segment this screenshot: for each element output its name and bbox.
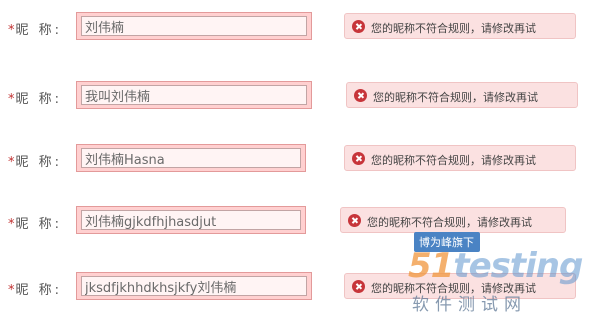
nickname-label: *昵 称: [8,92,63,107]
error-message: 您的昵称不符合规则，请修改再试 [371,154,536,167]
nickname-input[interactable] [81,210,301,230]
nickname-row-2: *昵 称: 您的昵称不符合规则，请修改再试 [0,81,600,115]
watermark-logo-text: testing [453,246,583,286]
nickname-field-wrapper [76,206,306,234]
nickname-label: *昵 称: [8,23,63,38]
error-tip: 您的昵称不符合规则，请修改再试 [344,13,576,39]
watermark: 博为峰旗下 51testing 软件测试网 [408,228,598,318]
nickname-input[interactable] [81,85,307,105]
required-mark: * [8,155,15,170]
nickname-label: *昵 称: [8,155,63,170]
required-mark: * [8,283,15,298]
watermark-logo: 51testing [408,246,583,286]
error-tip: 您的昵称不符合规则，请修改再试 [346,82,578,108]
nickname-input[interactable] [81,16,307,36]
nickname-input[interactable] [81,276,307,296]
nickname-field-wrapper [76,272,312,300]
error-tip: 您的昵称不符合规则，请修改再试 [344,145,576,171]
required-mark: * [8,217,15,232]
required-mark: * [8,23,15,38]
error-x-circle-icon [354,89,367,102]
watermark-subtitle: 软件测试网 [412,295,527,315]
nickname-row-3: *昵 称: 您的昵称不符合规则，请修改再试 [0,144,600,178]
nickname-label: *昵 称: [8,283,63,298]
required-mark: * [8,92,15,107]
error-message: 您的昵称不符合规则，请修改再试 [371,22,536,35]
nickname-field-wrapper [76,144,306,172]
error-x-circle-icon [352,20,365,33]
nickname-input[interactable] [81,148,301,168]
error-x-circle-icon [352,152,365,165]
error-message: 您的昵称不符合规则，请修改再试 [373,91,538,104]
watermark-logo-number: 51 [408,246,454,286]
error-x-circle-icon [352,280,365,293]
nickname-label: *昵 称: [8,217,63,232]
nickname-field-wrapper [76,81,312,109]
nickname-row-1: *昵 称: 您的昵称不符合规则，请修改再试 [0,12,600,46]
nickname-field-wrapper [76,12,312,40]
error-x-circle-icon [348,214,361,227]
